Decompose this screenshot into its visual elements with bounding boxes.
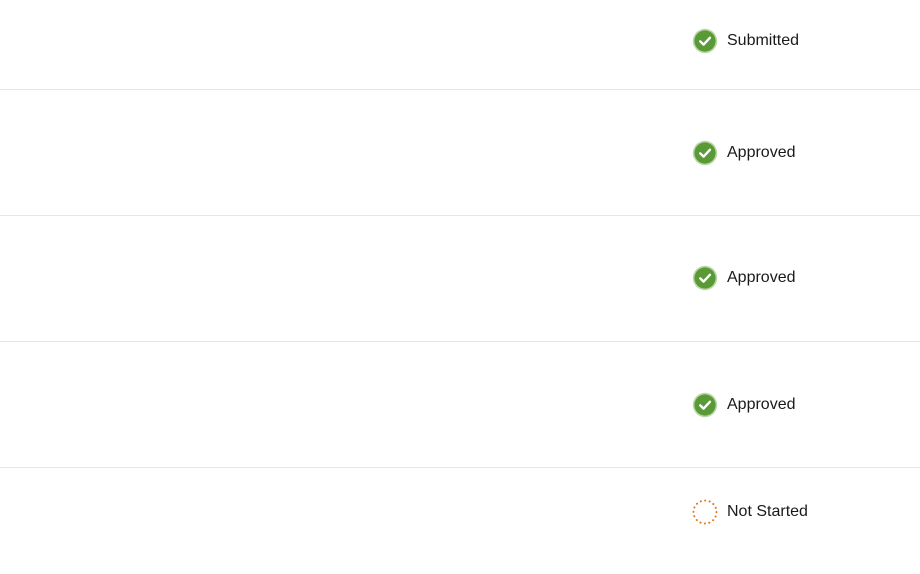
list-item: Approved — [0, 90, 920, 215]
check-circle-icon — [692, 28, 718, 54]
list-item: Submitted — [0, 0, 920, 89]
status-indicator: Submitted — [692, 28, 799, 54]
status-indicator: Approved — [692, 265, 796, 291]
status-indicator: Approved — [692, 140, 796, 166]
check-circle-icon — [692, 140, 718, 166]
list-item: Not Started — [0, 468, 920, 574]
status-label: Approved — [727, 269, 796, 286]
check-circle-icon — [692, 392, 718, 418]
list-item: Approved — [0, 216, 920, 341]
status-indicator: Not Started — [692, 499, 808, 525]
status-label: Approved — [727, 144, 796, 161]
check-circle-icon — [692, 265, 718, 291]
status-label: Not Started — [727, 503, 808, 520]
status-label: Approved — [727, 396, 796, 413]
status-indicator: Approved — [692, 392, 796, 418]
dotted-circle-icon — [692, 499, 718, 525]
list-item: Approved — [0, 342, 920, 467]
status-label: Submitted — [727, 32, 800, 49]
